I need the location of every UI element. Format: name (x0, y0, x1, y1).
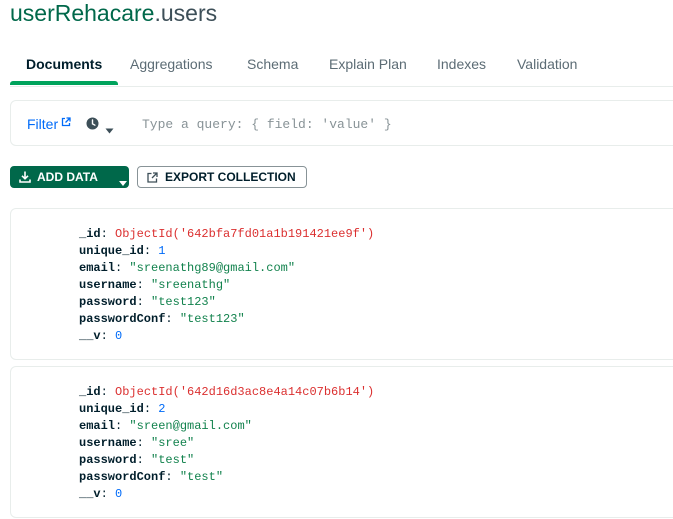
field-key: unique_id (79, 244, 144, 258)
field-row: _id: ObjectId('642d16d3ac8e4a14c07b6b14'… (79, 385, 375, 399)
document-fields: _id: ObjectId('642bfa7fd01a1b191421ee9f'… (79, 226, 374, 345)
field-key: username (79, 278, 137, 292)
field-key: unique_id (79, 402, 144, 416)
tab-explain-plan[interactable]: Explain Plan (329, 56, 407, 72)
field-key: _id (79, 385, 101, 399)
document-card[interactable]: _id: ObjectId('642bfa7fd01a1b191421ee9f'… (10, 208, 673, 360)
field-row: password: "test123" (79, 295, 216, 309)
external-link-icon[interactable] (61, 114, 71, 132)
field-value: "sreen@gmail.com" (129, 419, 252, 433)
tab-aggregations[interactable]: Aggregations (130, 56, 213, 72)
query-bar: Filter (10, 100, 673, 146)
field-row: username: "sreenathg" (79, 278, 231, 292)
field-key: password (79, 295, 137, 309)
field-row: password: "test" (79, 453, 195, 467)
export-collection-label: EXPORT COLLECTION (165, 170, 296, 184)
field-value: "test123" (151, 295, 216, 309)
filter-link[interactable]: Filter (27, 116, 58, 132)
field-key: passwordConf (79, 312, 166, 326)
field-row: __v: 0 (79, 487, 123, 501)
field-key: email (79, 419, 116, 433)
field-value: "test" (179, 470, 224, 484)
document-card[interactable]: _id: ObjectId('642d16d3ac8e4a14c07b6b14'… (10, 366, 673, 518)
field-row: email: "sreenathg89@gmail.com" (79, 261, 296, 275)
chevron-down-icon[interactable] (105, 121, 114, 139)
field-row: __v: 0 (79, 329, 123, 343)
field-key: password (79, 453, 137, 467)
field-value: "sreenathg" (151, 278, 231, 292)
field-row: unique_id: 2 (79, 402, 166, 416)
database-name[interactable]: userRehacare (10, 0, 154, 26)
field-row: unique_id: 1 (79, 244, 166, 258)
tab-schema[interactable]: Schema (247, 56, 298, 72)
document-fields: _id: ObjectId('642d16d3ac8e4a14c07b6b14'… (79, 384, 374, 503)
collection-tabs: Documents Aggregations Schema Explain Pl… (10, 44, 673, 87)
query-input[interactable] (142, 114, 562, 134)
add-data-button[interactable]: ADD DATA (10, 166, 129, 188)
field-row: username: "sree" (79, 436, 195, 450)
tab-documents[interactable]: Documents (26, 56, 102, 72)
download-icon (19, 171, 31, 186)
field-value: ObjectId('642d16d3ac8e4a14c07b6b14') (115, 385, 375, 399)
field-row: passwordConf: "test123" (79, 312, 245, 326)
field-value: ObjectId('642bfa7fd01a1b191421ee9f') (115, 227, 375, 241)
field-value: "test" (151, 453, 195, 467)
collection-name: .users (154, 0, 218, 26)
field-key: _id (79, 227, 101, 241)
active-tab-indicator (10, 81, 118, 85)
export-collection-button[interactable]: EXPORT COLLECTION (137, 166, 307, 188)
tab-indexes[interactable]: Indexes (437, 56, 486, 72)
field-row: passwordConf: "test" (79, 470, 224, 484)
field-value: "sree" (151, 436, 195, 450)
field-value: 2 (158, 402, 166, 416)
tab-validation[interactable]: Validation (517, 56, 577, 72)
field-key: __v (79, 329, 101, 343)
field-row: _id: ObjectId('642bfa7fd01a1b191421ee9f'… (79, 227, 375, 241)
collection-page: userRehacare.users Documents Aggregation… (0, 0, 673, 519)
field-key: username (79, 436, 137, 450)
export-icon (147, 172, 158, 186)
collection-title: userRehacare.users (10, 0, 217, 26)
field-value: 0 (115, 487, 123, 501)
field-key: passwordConf (79, 470, 166, 484)
add-data-label: ADD DATA (37, 170, 98, 184)
field-value: "sreenathg89@gmail.com" (129, 261, 296, 275)
field-value: 1 (158, 244, 166, 258)
field-value: 0 (115, 329, 123, 343)
field-key: email (79, 261, 116, 275)
field-row: email: "sreen@gmail.com" (79, 419, 252, 433)
chevron-down-icon (119, 175, 127, 189)
clock-icon[interactable] (86, 117, 99, 135)
field-value: "test123" (179, 312, 245, 326)
field-key: __v (79, 487, 101, 501)
